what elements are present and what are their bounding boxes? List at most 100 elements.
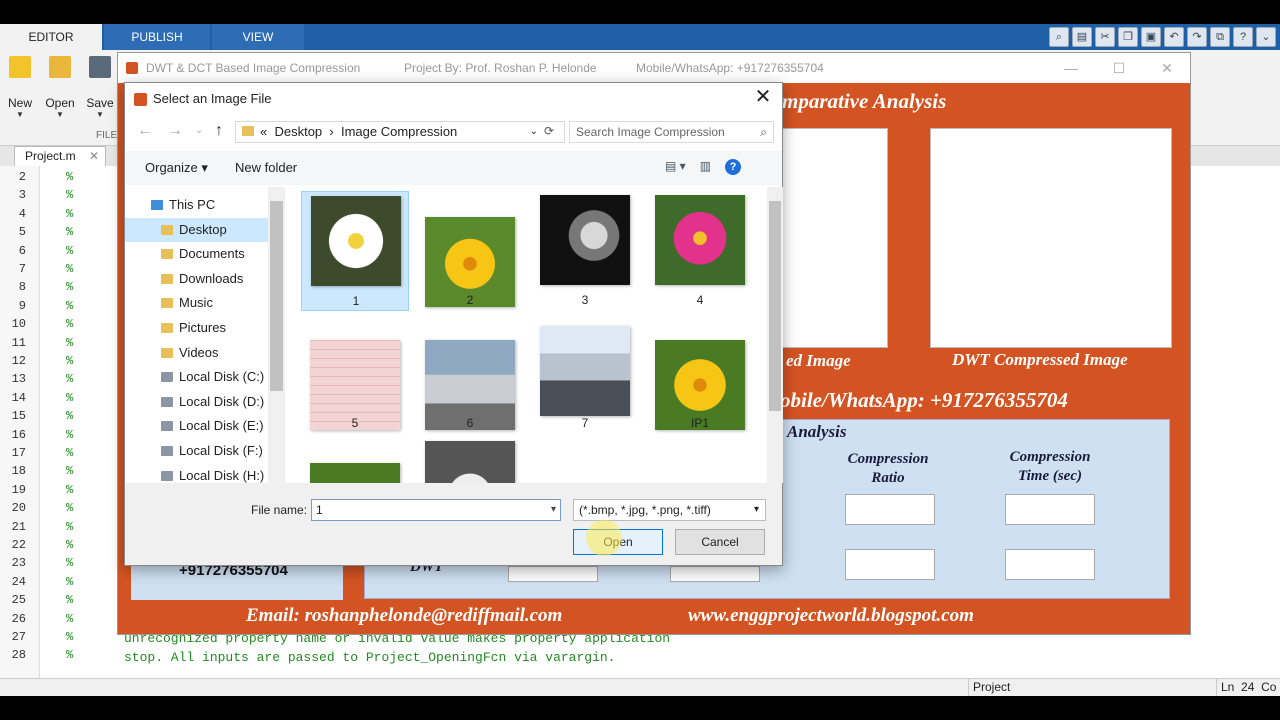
file-name-input[interactable]: 1 ▾ bbox=[311, 499, 561, 521]
file-thumbnail[interactable]: 7 bbox=[531, 314, 639, 434]
maximize-icon[interactable]: ☐ bbox=[1096, 53, 1142, 83]
cursor-highlight bbox=[586, 520, 622, 556]
file-thumbnail[interactable]: 2 bbox=[416, 191, 524, 311]
comment-marker: % bbox=[66, 574, 74, 589]
ratio-header-line: Ratio bbox=[871, 470, 905, 486]
breadcrumb-image-compression[interactable]: Image Compression bbox=[341, 124, 457, 139]
tree-item-label: Documents bbox=[179, 246, 245, 262]
gui-phone: Mobile/WhatsApp: +917276355704 bbox=[636, 61, 824, 75]
tree-item[interactable]: Desktop bbox=[125, 217, 268, 242]
chevron-down-icon: ▾ bbox=[753, 504, 759, 515]
help-icon[interactable]: ? bbox=[1233, 27, 1253, 47]
new-button[interactable]: New ▼ bbox=[0, 56, 40, 119]
undo-icon[interactable]: ↶ bbox=[1164, 27, 1184, 47]
line-number: 25 bbox=[11, 593, 26, 608]
tree-item[interactable]: Local Disk (F:) bbox=[125, 439, 268, 463]
file-thumbnail[interactable] bbox=[301, 437, 409, 483]
search-input[interactable]: Search Image Compression ⌕ bbox=[569, 121, 774, 143]
ratio-field-2[interactable] bbox=[845, 549, 935, 580]
tab-publish[interactable]: PUBLISH bbox=[104, 24, 210, 50]
dct-ratio-field[interactable] bbox=[508, 566, 598, 582]
cut-icon[interactable]: ✂ bbox=[1095, 27, 1115, 47]
status-bar: Project Ln 24 Co bbox=[0, 678, 1280, 696]
file-thumbnail[interactable] bbox=[416, 437, 524, 483]
view-mode-icon[interactable]: ▤ ▾ bbox=[665, 159, 686, 175]
comment-marker: % bbox=[66, 298, 74, 313]
paste-icon[interactable]: ▣ bbox=[1141, 27, 1161, 47]
tree-item-label: Local Disk (D:) bbox=[179, 393, 265, 409]
gui-title: DWT & DCT Based Image Compression bbox=[146, 61, 361, 75]
tree-item[interactable]: Local Disk (E:) bbox=[125, 414, 268, 438]
tree-item[interactable]: Pictures bbox=[125, 316, 268, 340]
tree-item[interactable]: Music bbox=[125, 291, 268, 315]
dct-time-field[interactable] bbox=[670, 566, 760, 582]
time-field-2[interactable] bbox=[1005, 549, 1095, 580]
copy-icon[interactable]: ❐ bbox=[1118, 27, 1138, 47]
organize-button[interactable]: Organize ▾ bbox=[145, 151, 208, 185]
line-number: 11 bbox=[11, 335, 26, 350]
time-header-line: Time (sec) bbox=[1018, 468, 1082, 484]
expand-icon[interactable]: ⌄ bbox=[1256, 27, 1276, 47]
file-label: 3 bbox=[581, 293, 589, 307]
redo-icon[interactable]: ↷ bbox=[1187, 27, 1207, 47]
save-label: Save bbox=[86, 96, 114, 110]
tree-item[interactable]: Videos bbox=[125, 341, 268, 365]
open-label: Open bbox=[45, 96, 75, 110]
tab-editor[interactable]: EDITOR bbox=[0, 24, 102, 50]
dropdown-arrow-icon: ▼ bbox=[56, 110, 64, 119]
switch-windows-icon[interactable]: ⧉ bbox=[1210, 27, 1230, 47]
close-icon[interactable]: ✕ bbox=[1144, 53, 1190, 83]
find-icon[interactable]: ⌕ bbox=[1049, 27, 1069, 47]
comment-marker: % bbox=[66, 648, 74, 663]
recent-chevron-icon[interactable]: ⌄ bbox=[195, 117, 203, 145]
tab-view[interactable]: VIEW bbox=[212, 24, 304, 50]
new-folder-button[interactable]: New folder bbox=[235, 151, 297, 185]
line-number: 28 bbox=[11, 648, 26, 663]
file-thumbnail[interactable]: 1 bbox=[301, 191, 409, 311]
tree-item[interactable]: Local Disk (C:) bbox=[125, 365, 268, 389]
line-number: 19 bbox=[11, 482, 26, 497]
comment-marker: % bbox=[66, 225, 74, 240]
tree-item[interactable]: Documents bbox=[125, 242, 268, 266]
back-arrow-icon[interactable]: ← bbox=[137, 117, 153, 145]
open-button[interactable]: Open ▼ bbox=[40, 56, 80, 119]
breadcrumb-desktop[interactable]: Desktop bbox=[274, 124, 322, 139]
ratio-header: Compression Ratio bbox=[833, 450, 943, 488]
forward-arrow-icon[interactable]: → bbox=[167, 117, 183, 145]
file-thumbnail[interactable]: 4 bbox=[646, 191, 754, 311]
line-number: 3 bbox=[18, 188, 26, 203]
thumbnail-image bbox=[425, 441, 515, 483]
file-tab[interactable]: Project.m ✕ bbox=[14, 146, 106, 166]
close-icon[interactable]: ✕ bbox=[750, 83, 776, 113]
address-bar[interactable]: « Desktop › Image Compression ⌄ bbox=[235, 121, 565, 143]
save-icon[interactable]: ▤ bbox=[1072, 27, 1092, 47]
folder-icon bbox=[161, 273, 173, 284]
file-thumbnail[interactable]: 6 bbox=[416, 314, 524, 434]
help-icon[interactable]: ? bbox=[725, 159, 742, 175]
comment-marker: % bbox=[66, 335, 74, 350]
tree-item[interactable]: This PC bbox=[125, 193, 268, 217]
file-thumbnail[interactable]: 3 bbox=[531, 191, 639, 311]
tree-scroll-thumb[interactable] bbox=[270, 201, 283, 391]
file-thumbnail[interactable]: IP1 bbox=[646, 314, 754, 434]
minimize-icon[interactable]: — bbox=[1048, 53, 1094, 83]
save-button[interactable]: Save ▼ bbox=[80, 56, 120, 119]
grid-scroll-thumb[interactable] bbox=[769, 201, 781, 411]
refresh-icon[interactable]: ⟳ bbox=[537, 121, 561, 143]
time-field-1[interactable] bbox=[1005, 494, 1095, 525]
comment-marker: % bbox=[66, 501, 74, 516]
close-tab-icon[interactable]: ✕ bbox=[89, 147, 99, 166]
file-thumbnail[interactable]: 5 bbox=[301, 314, 409, 434]
up-arrow-icon[interactable]: ↑ bbox=[215, 117, 223, 145]
chevron-down-icon[interactable]: ▾ bbox=[551, 500, 556, 520]
analysis-title: Analysis bbox=[787, 422, 847, 441]
ratio-field-1[interactable] bbox=[845, 494, 935, 525]
file-type-select[interactable]: (*.bmp, *.jpg, *.png, *.tiff) ▾ bbox=[573, 499, 766, 521]
tree-item[interactable]: Downloads bbox=[125, 267, 268, 291]
thumbnail-image bbox=[310, 463, 400, 483]
tree-item[interactable]: Local Disk (D:) bbox=[125, 390, 268, 414]
cancel-button[interactable]: Cancel bbox=[675, 529, 765, 555]
preview-pane-icon[interactable]: ▥ bbox=[700, 159, 711, 175]
quick-access-toolbar: ⌕ ▤ ✂ ❐ ▣ ↶ ↷ ⧉ ? ⌄ bbox=[1045, 24, 1280, 50]
view-buttons: ▤ ▾ ▥ ? bbox=[665, 159, 742, 175]
